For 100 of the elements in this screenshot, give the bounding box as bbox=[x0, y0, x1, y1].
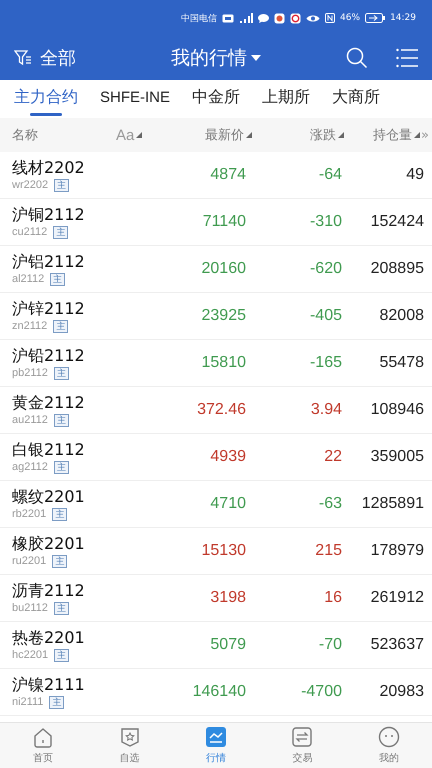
price-change: 16 bbox=[323, 589, 342, 607]
menu-icon[interactable] bbox=[396, 48, 418, 68]
latest-price: 20160 bbox=[200, 260, 246, 278]
exchange-tab[interactable]: 上期所 bbox=[262, 80, 310, 118]
open-interest: 49 bbox=[405, 166, 424, 184]
latest-price: 71140 bbox=[202, 213, 246, 231]
nav-tab[interactable]: 首页 bbox=[0, 723, 86, 768]
sort-icon bbox=[414, 132, 420, 138]
latest-price: 146140 bbox=[192, 683, 246, 701]
contract-name[interactable]: 沥青2112 bbox=[12, 581, 162, 601]
latest-price: 4710 bbox=[209, 495, 246, 513]
open-interest: 178979 bbox=[370, 542, 424, 560]
contract-name[interactable]: 黄金2112 bbox=[12, 393, 162, 413]
column-header: 名称 bbox=[12, 127, 39, 144]
app-icon bbox=[290, 12, 302, 24]
filter-icon bbox=[14, 49, 32, 67]
clock-time: 14:29 bbox=[390, 13, 416, 23]
nav-tab[interactable]: 我的 bbox=[346, 723, 432, 768]
column-header[interactable]: 持仓量 bbox=[373, 126, 412, 144]
latest-price: 4874 bbox=[209, 166, 246, 184]
contract-code: rb2201 bbox=[12, 507, 46, 521]
main-contract-tag: 主 bbox=[53, 320, 68, 332]
latest-price: 5079 bbox=[209, 636, 246, 654]
price-change: 3.94 bbox=[310, 401, 342, 419]
home-icon bbox=[32, 726, 54, 748]
battery-icon bbox=[365, 13, 386, 23]
exchange-tab[interactable]: 中金所 bbox=[192, 80, 240, 118]
main-contract-tag: 主 bbox=[52, 554, 68, 568]
latest-price: 23925 bbox=[200, 307, 246, 325]
contract-name[interactable]: 沪铅2112 bbox=[12, 346, 162, 366]
battery-percent: 46% bbox=[340, 13, 360, 23]
price-change: -64 bbox=[318, 166, 342, 184]
contract-code: al2112 bbox=[12, 272, 44, 286]
contract-code: ru2201 bbox=[12, 554, 46, 568]
contract-name[interactable]: 沪铝2112 bbox=[12, 252, 162, 272]
column-header[interactable]: 最新价 bbox=[205, 126, 244, 144]
carrier-name: 中国电信 bbox=[181, 12, 218, 24]
price-change: -70 bbox=[318, 636, 342, 654]
price-change: -63 bbox=[318, 495, 342, 513]
main-contract-tag: 主 bbox=[49, 696, 64, 708]
sort-icon bbox=[136, 132, 142, 138]
search-icon[interactable] bbox=[346, 47, 368, 69]
sort-icon bbox=[338, 132, 344, 138]
open-interest: 208895 bbox=[370, 260, 424, 278]
contract-code: cu2112 bbox=[12, 225, 48, 239]
hd-icon bbox=[222, 14, 234, 22]
open-interest: 261912 bbox=[370, 589, 424, 607]
price-change: -310 bbox=[308, 213, 342, 231]
main-contract-tag: 主 bbox=[54, 602, 69, 614]
exchange-tab[interactable]: SHFE-INE bbox=[100, 80, 170, 118]
exchange-tab[interactable]: 主力合约 bbox=[14, 80, 78, 118]
latest-price: 15130 bbox=[200, 542, 246, 560]
contract-name[interactable]: 螺纹2201 bbox=[12, 487, 162, 507]
price-change: 22 bbox=[323, 448, 342, 466]
contract-name[interactable]: 线材2202 bbox=[12, 158, 162, 178]
swap-icon bbox=[291, 726, 314, 748]
nfc-icon bbox=[325, 13, 336, 23]
contract-name[interactable]: 沪铜2112 bbox=[12, 205, 162, 225]
latest-price: 15810 bbox=[200, 354, 246, 372]
nav-tab[interactable]: 行情 bbox=[172, 723, 260, 768]
contract-name[interactable]: 白银2112 bbox=[12, 440, 162, 460]
exchange-tab[interactable]: 大商所 bbox=[332, 80, 380, 118]
open-interest: 1285891 bbox=[360, 495, 424, 513]
contract-code: wr2202 bbox=[12, 178, 48, 192]
contract-code: ag2112 bbox=[12, 460, 48, 474]
open-interest: 55478 bbox=[378, 354, 424, 372]
contract-name[interactable]: 沪镍2111 bbox=[12, 675, 162, 695]
eye-icon bbox=[306, 14, 320, 22]
title-dropdown[interactable]: 我的行情 bbox=[171, 45, 261, 71]
main-contract-tag: 主 bbox=[54, 178, 70, 192]
chat-icon bbox=[258, 13, 270, 23]
contract-name[interactable]: 沪锌2112 bbox=[12, 299, 162, 319]
filter-button[interactable]: 全部 bbox=[14, 46, 76, 70]
open-interest: 108946 bbox=[370, 401, 424, 419]
sort-icon bbox=[246, 132, 252, 138]
open-interest: 20983 bbox=[378, 683, 424, 701]
contract-code: zn2112 bbox=[12, 319, 48, 333]
main-contract-tag: 主 bbox=[52, 508, 68, 520]
nav-tab[interactable]: 自选 bbox=[86, 723, 173, 768]
app-icon bbox=[274, 12, 286, 24]
main-contract-tag: 主 bbox=[54, 460, 69, 474]
nav-tab[interactable]: 交易 bbox=[259, 723, 346, 768]
open-interest: 359005 bbox=[370, 448, 424, 466]
latest-price: 4939 bbox=[209, 448, 246, 466]
price-change: -405 bbox=[308, 307, 342, 325]
smiley-icon bbox=[378, 726, 400, 748]
column-header[interactable]: 涨跌 bbox=[310, 126, 336, 144]
contract-code: au2112 bbox=[12, 413, 48, 427]
contract-code: bu2112 bbox=[12, 601, 48, 615]
price-change: -4700 bbox=[300, 683, 342, 701]
open-interest: 82008 bbox=[378, 307, 424, 325]
contract-name[interactable]: 热卷2201 bbox=[12, 628, 162, 648]
main-contract-tag: 主 bbox=[54, 366, 69, 380]
main-contract-tag: 主 bbox=[54, 648, 70, 662]
main-contract-tag: 主 bbox=[53, 226, 68, 238]
price-change: 215 bbox=[314, 542, 342, 560]
caret-icon bbox=[251, 55, 261, 61]
contract-name[interactable]: 橡胶2201 bbox=[12, 534, 162, 554]
main-contract-tag: 主 bbox=[50, 272, 66, 286]
main-contract-tag: 主 bbox=[54, 414, 69, 426]
